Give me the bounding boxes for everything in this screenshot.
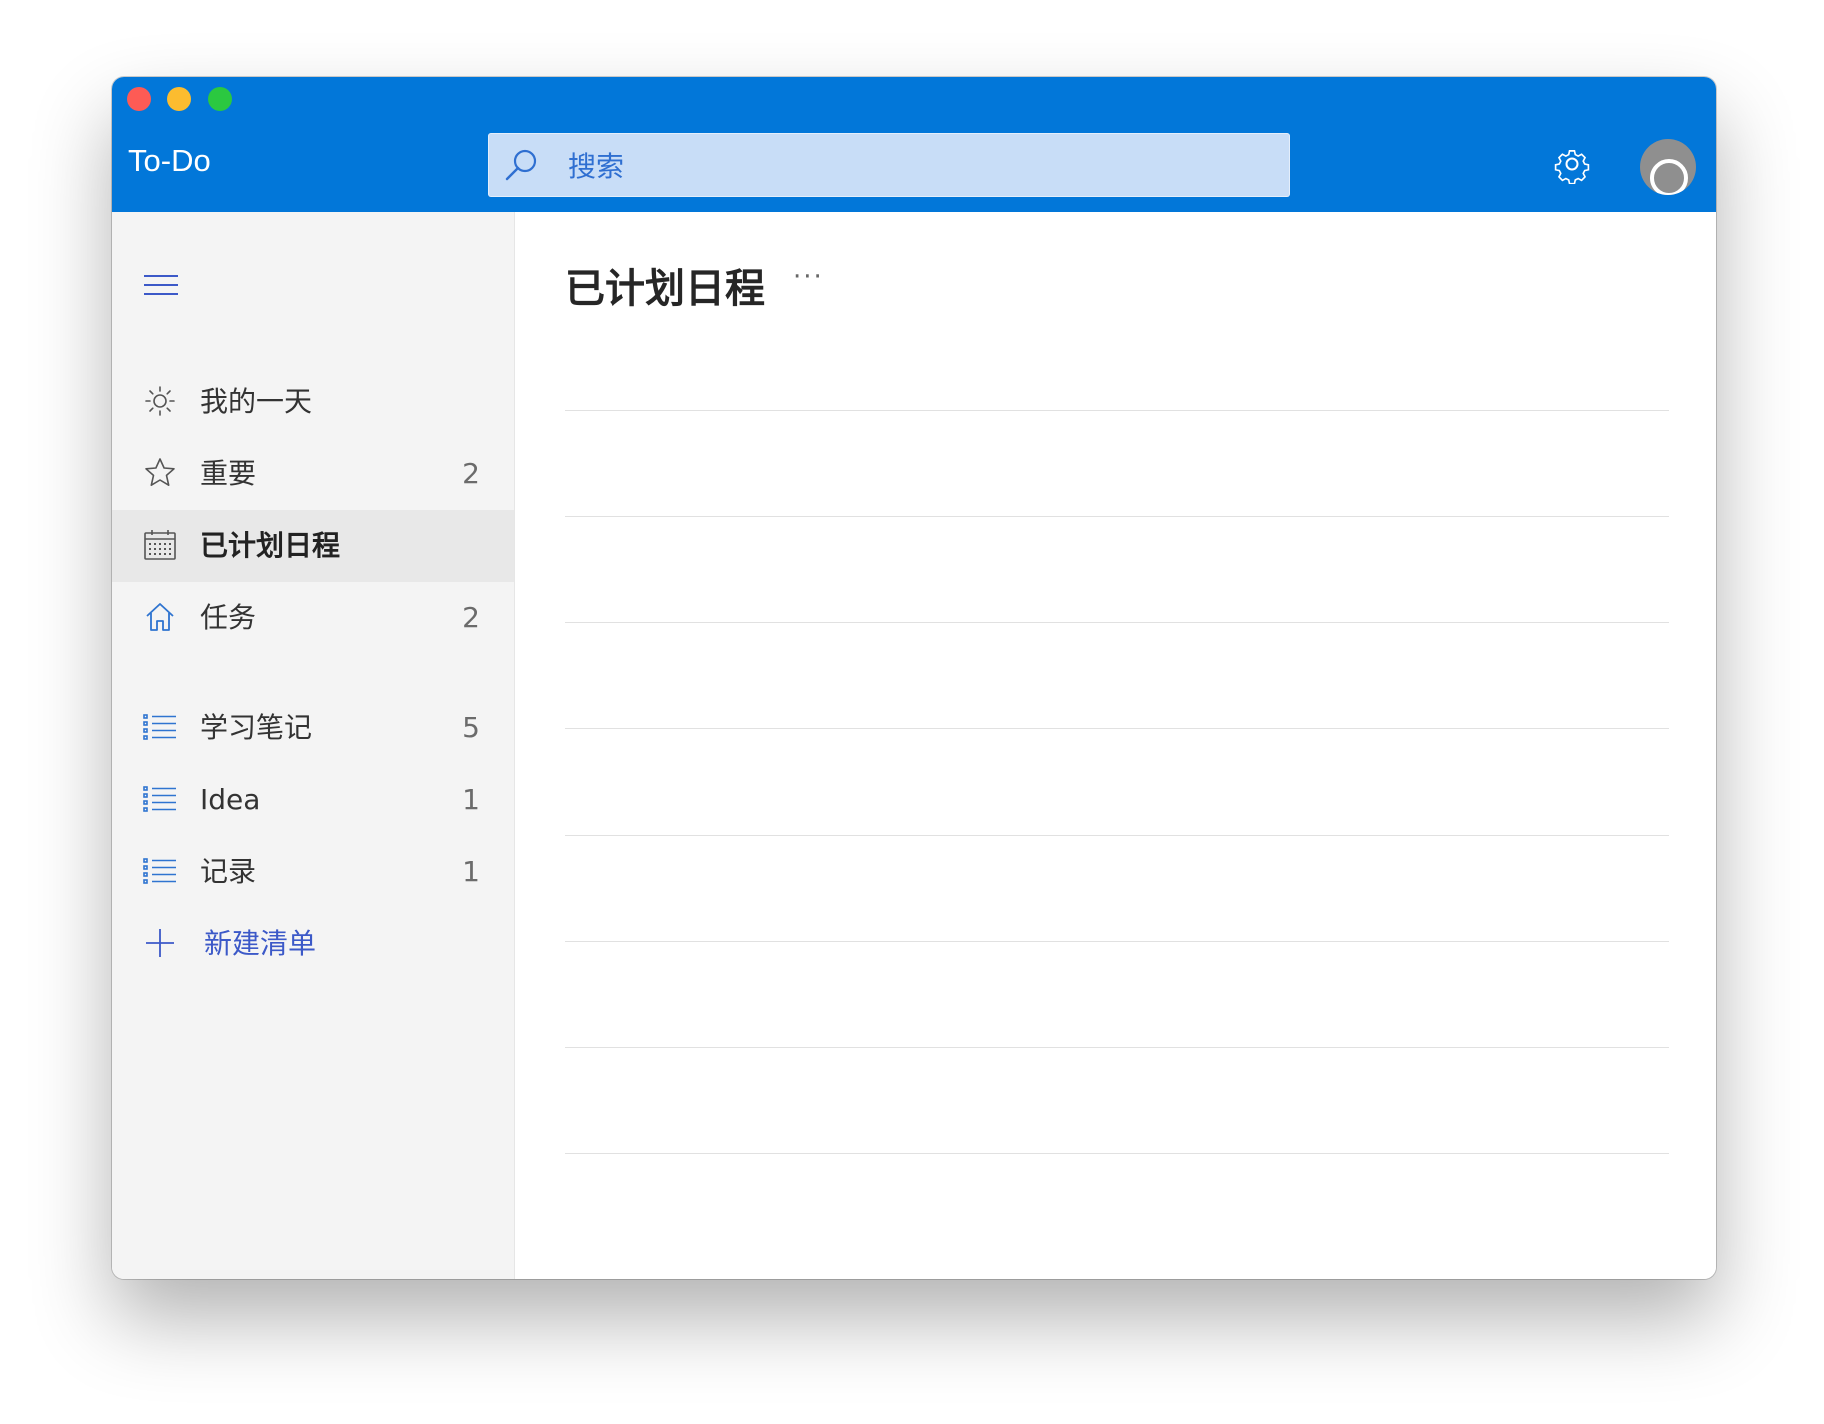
search-box[interactable] [488, 133, 1290, 199]
sidebar-item-important[interactable]: 重要 2 [112, 438, 514, 510]
sidebar-item-tasks[interactable]: 任务 2 [112, 582, 514, 654]
list-icon [143, 714, 176, 740]
plus-icon [146, 929, 174, 957]
sidebar-item-list[interactable]: Idea 1 [112, 764, 514, 836]
calendar-icon [144, 530, 176, 560]
sidebar-item-count: 2 [462, 457, 480, 490]
row-divider [565, 622, 1669, 623]
title-bar: To-Do [112, 77, 1716, 212]
new-list-label: 新建清单 [204, 927, 317, 960]
star-icon [145, 458, 175, 487]
sidebar-item-label: 我的一天 [200, 385, 313, 418]
home-icon [146, 603, 174, 631]
minimize-window-button[interactable] [167, 87, 191, 111]
sidebar-item-label: 任务 [200, 601, 257, 634]
search-input[interactable] [566, 133, 1270, 199]
sidebar-item-count: 1 [462, 783, 480, 816]
sun-icon [145, 386, 175, 416]
row-divider [565, 941, 1669, 942]
row-divider [565, 1153, 1669, 1154]
list-icon [143, 858, 176, 884]
sidebar-item-label: 学习笔记 [200, 711, 313, 744]
hamburger-menu-icon[interactable] [144, 275, 178, 297]
sidebar-item-my-day[interactable]: 我的一天 [112, 366, 514, 438]
search-icon [505, 149, 537, 181]
page-title: 已计划日程 [565, 266, 765, 312]
row-divider [565, 728, 1669, 729]
app-title: To-Do [128, 143, 211, 178]
list-icon [143, 786, 176, 812]
avatar[interactable] [1640, 139, 1696, 195]
sidebar-item-list[interactable]: 记录 1 [112, 836, 514, 908]
sidebar: 我的一天 重要 2 已计划日程 任务 2 学习笔记 5 Idea 1 记录 1 … [112, 212, 515, 1279]
user-placeholder-icon [1650, 159, 1688, 195]
sidebar-item-label: Idea [200, 783, 261, 816]
close-window-button[interactable] [127, 87, 151, 111]
sidebar-item-count: 5 [462, 711, 480, 744]
sidebar-item-label: 重要 [200, 457, 257, 490]
sidebar-item-planned[interactable]: 已计划日程 [112, 510, 514, 582]
zoom-window-button[interactable] [208, 87, 232, 111]
row-divider [565, 410, 1669, 411]
row-divider [565, 516, 1669, 517]
sidebar-item-list[interactable]: 学习笔记 5 [112, 692, 514, 764]
more-options-button[interactable]: ··· [793, 262, 837, 302]
sidebar-item-count: 2 [462, 601, 480, 634]
new-list-button[interactable]: 新建清单 [112, 908, 514, 980]
row-divider [565, 1047, 1669, 1048]
sidebar-item-label: 记录 [200, 855, 257, 888]
gear-icon[interactable] [1552, 144, 1592, 184]
sidebar-item-label: 已计划日程 [200, 529, 341, 562]
sidebar-item-count: 1 [462, 855, 480, 888]
row-divider [565, 835, 1669, 836]
main-panel: 已计划日程 ··· [515, 212, 1716, 1279]
app-window: To-Do 搜索 我的一天 重要 2 已计划日程 任务 2 学习笔记 5 Ide… [112, 77, 1716, 1279]
